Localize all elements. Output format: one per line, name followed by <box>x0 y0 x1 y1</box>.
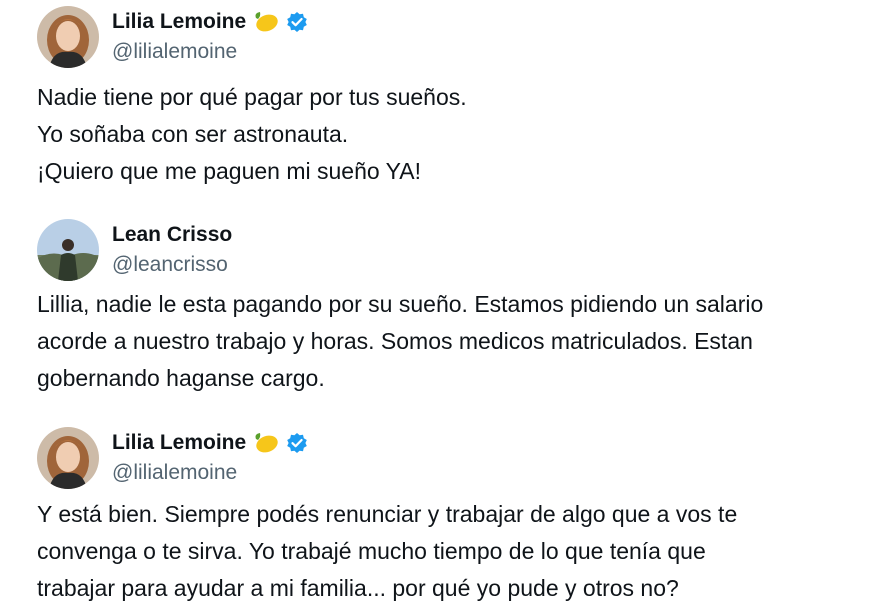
display-name[interactable]: Lilia Lemoine <box>112 431 246 455</box>
handle[interactable]: @lilialemoine <box>112 461 237 485</box>
tweet-line: Y está bien. Siempre podés renunciar y t… <box>37 501 738 527</box>
handle[interactable]: @leancrisso <box>112 253 228 277</box>
verified-badge-icon <box>286 11 308 33</box>
display-name[interactable]: Lean Crisso <box>112 223 232 247</box>
tweet-line: Yo soñaba con ser astronauta. <box>37 121 349 147</box>
verified-badge-icon <box>286 432 308 454</box>
avatar[interactable] <box>37 427 99 489</box>
lemon-icon <box>252 10 280 34</box>
avatar[interactable] <box>37 6 99 68</box>
handle[interactable]: @lilialemoine <box>112 40 237 64</box>
tweet-line: convenga o te sirva. Yo trabajé mucho ti… <box>37 538 706 564</box>
avatar[interactable] <box>37 219 99 281</box>
tweet-line: Lillia, nadie le esta pagando por su sue… <box>37 291 764 317</box>
tweet-line: acorde a nuestro trabajo y horas. Somos … <box>37 328 753 354</box>
tweet-line: ¡Quiero que me paguen mi sueño YA! <box>37 158 421 184</box>
tweet-line: gobernando haganse cargo. <box>37 365 325 391</box>
tweet-text: Lillia, nadie le esta pagando por su sue… <box>37 286 882 397</box>
tweet-text: Nadie tiene por qué pagar por tus sueños… <box>37 79 882 190</box>
tweet-line: trabajar para ayudar a mi familia... por… <box>37 575 679 601</box>
display-name[interactable]: Lilia Lemoine <box>112 10 246 34</box>
tweet-text: Y está bien. Siempre podés renunciar y t… <box>37 496 882 607</box>
lemon-icon <box>252 431 280 455</box>
tweet-line: Nadie tiene por qué pagar por tus sueños… <box>37 84 467 110</box>
